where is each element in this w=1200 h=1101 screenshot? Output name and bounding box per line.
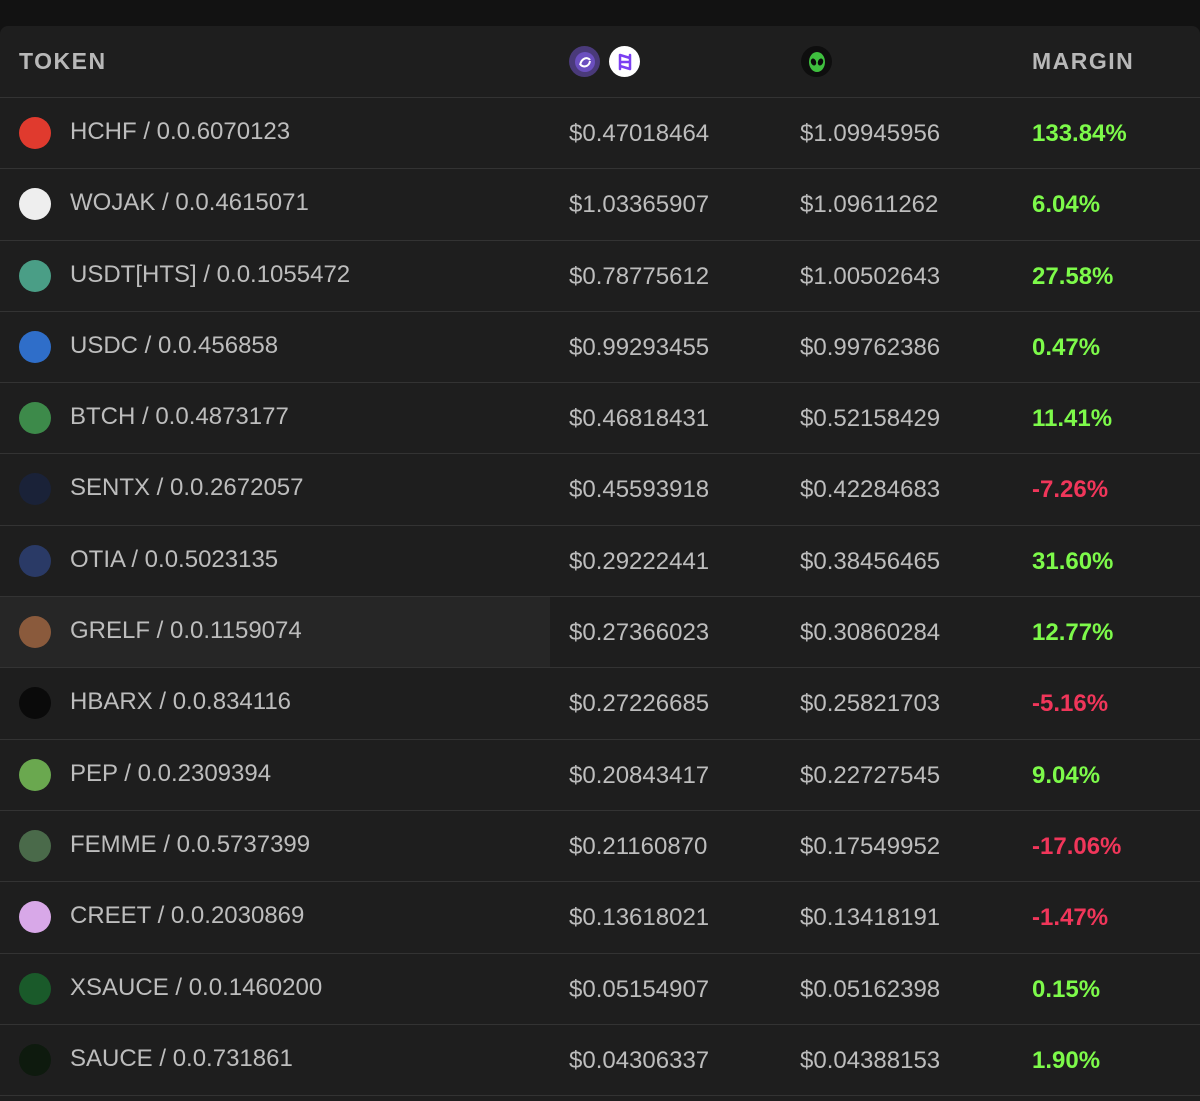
hbarx-logo-icon [19, 687, 51, 720]
token-name: CREET / 0.0.2030869 [70, 902, 305, 930]
price-source-1: $0.45593918 [569, 476, 710, 504]
grelf-logo-icon [19, 616, 51, 649]
price-source-2: $1.00502643 [800, 262, 941, 290]
price-source-1: $0.99293455 [569, 333, 710, 361]
token-name: USDT[HTS] / 0.0.1055472 [70, 260, 351, 288]
column-header-token: TOKEN [19, 48, 107, 74]
xsauce-logo-icon [19, 972, 51, 1005]
price-source-2: $0.17549952 [800, 832, 941, 860]
price-source-2: $0.38456465 [800, 547, 941, 575]
price-source-1: $0.27366023 [569, 619, 710, 647]
table-row[interactable]: WOJAK / 0.0.4615071 $1.03365907 $1.0961126… [0, 169, 1200, 241]
otia-logo-icon [19, 544, 51, 577]
saucerswap-icon [569, 46, 600, 77]
table-row[interactable]: CREET / 0.0.2030869 $0.13618021 $0.1341819… [0, 882, 1200, 954]
table-header: TOKEN MARGIN [0, 26, 1200, 98]
price-source-1: $0.05154907 [569, 975, 710, 1003]
price-source-1: $0.27226685 [569, 690, 710, 718]
heliswap-icon [609, 46, 640, 77]
token-name: PEP / 0.0.2309394 [70, 759, 272, 787]
table-row[interactable]: FEMME / 0.0.5737399 $0.21160870 $0.1754995… [0, 811, 1200, 883]
margin-value: -1.47% [1032, 904, 1109, 932]
alien-icon [801, 46, 832, 77]
table-row[interactable]: USDT[HTS] / 0.0.1055472 $0.78775612 $1.005… [0, 241, 1200, 312]
price-source-2: $0.25821703 [800, 690, 941, 718]
price-source-2: $0.52158429 [800, 405, 941, 433]
price-source-2: $0.42284683 [800, 476, 941, 504]
table-row[interactable]: SENTX / 0.0.2672057 $0.45593918 $0.4228468… [0, 454, 1200, 526]
table-row[interactable]: SAUCE / 0.0.731861 $0.04306337 $0.04388153… [0, 1025, 1200, 1097]
table-row[interactable]: XSAUCE / 0.0.1460200 $0.05154907 $0.051623… [0, 954, 1200, 1025]
token-name: OTIA / 0.0.5023135 [70, 545, 279, 573]
price-source-1: $0.47018464 [569, 120, 710, 147]
price-source-2: $0.22727545 [800, 761, 941, 789]
margin-value: -17.06% [1032, 832, 1122, 860]
margin-value: 12.77% [1032, 619, 1114, 647]
token-name: WOJAK / 0.0.4615071 [70, 189, 309, 217]
table-row[interactable]: PEP / 0.0.2309394 $0.20843417 $0.22727545 9… [0, 740, 1200, 811]
margin-value: 27.58% [1032, 262, 1114, 290]
sentx-logo-icon [19, 473, 51, 506]
token-name: SENTX / 0.0.2672057 [70, 474, 304, 502]
tether-logo-icon [19, 259, 51, 292]
hchf-logo-icon [19, 117, 51, 149]
margin-value: 0.15% [1032, 975, 1101, 1003]
usdc-logo-icon [19, 330, 51, 363]
price-source-2: $0.05162398 [800, 975, 941, 1003]
price-source-1: $0.21160870 [569, 832, 708, 860]
price-source-1: $1.03365907 [569, 191, 710, 219]
price-source-2: $0.13418191 [800, 904, 941, 932]
price-source-2: $1.09611262 [800, 191, 939, 219]
price-source-1: $0.13618021 [569, 904, 710, 932]
price-comparison-table: TOKEN MARGIN HCHF / 0.0.6070123 $0.470184… [0, 26, 1200, 1101]
price-source-1: $0.04306337 [569, 1046, 710, 1074]
price-source-2: $0.30860284 [800, 619, 941, 647]
table-row[interactable]: HCHF / 0.0.6070123 $0.47018464 $1.09945956… [0, 98, 1200, 170]
margin-value: -5.16% [1032, 690, 1109, 718]
margin-value: 1.90% [1032, 1046, 1101, 1074]
token-name: GRELF / 0.0.1159074 [70, 617, 302, 645]
column-header-margin: MARGIN [1032, 48, 1135, 74]
price-source-1: $0.78775612 [569, 262, 710, 290]
table-row[interactable]: HBARX / 0.0.834116 $0.27226685 $0.25821703… [0, 668, 1200, 740]
price-source-2: $1.09945956 [800, 120, 941, 147]
table-body: HCHF / 0.0.6070123 $0.47018464 $1.09945956… [0, 98, 1200, 1097]
wojak-logo-icon [19, 188, 51, 221]
table-row[interactable]: GRELF / 0.0.1159074 $0.27366023 $0.3086028… [0, 597, 1200, 669]
margin-value: 9.04% [1032, 761, 1101, 789]
token-name: HCHF / 0.0.6070123 [70, 118, 291, 145]
margin-value: 6.04% [1032, 191, 1101, 219]
table-row[interactable]: USDC / 0.0.456858 $0.99293455 $0.99762386 0… [0, 312, 1200, 384]
price-source-1: $0.46818431 [569, 405, 710, 433]
price-source-1: $0.20843417 [569, 761, 710, 789]
pepe-logo-icon [19, 758, 51, 791]
token-name: SAUCE / 0.0.731861 [70, 1044, 293, 1072]
token-name: XSAUCE / 0.0.1460200 [70, 973, 323, 1001]
margin-value: 11.41% [1032, 405, 1113, 433]
price-source-2: $0.04388153 [800, 1046, 941, 1074]
sauce-logo-icon [19, 1043, 51, 1076]
margin-value: 133.84% [1032, 120, 1127, 147]
btch-logo-icon [19, 402, 51, 435]
table-row[interactable]: OTIA / 0.0.5023135 $0.29222441 $0.38456465… [0, 526, 1200, 598]
margin-value: -7.26% [1032, 476, 1109, 504]
token-name: BTCH / 0.0.4873177 [70, 403, 289, 431]
token-name: FEMME / 0.0.5737399 [70, 830, 311, 858]
femme-logo-icon [19, 829, 51, 862]
price-source-1: $0.29222441 [569, 547, 710, 575]
creet-logo-icon [19, 901, 51, 934]
price-source-2: $0.99762386 [800, 333, 941, 361]
table-row[interactable]: BTCH / 0.0.4873177 $0.46818431 $0.52158429… [0, 383, 1200, 455]
token-name: USDC / 0.0.456858 [70, 331, 279, 359]
token-name: HBARX / 0.0.834116 [70, 688, 292, 716]
margin-value: 31.60% [1032, 547, 1114, 575]
margin-value: 0.47% [1032, 333, 1101, 361]
